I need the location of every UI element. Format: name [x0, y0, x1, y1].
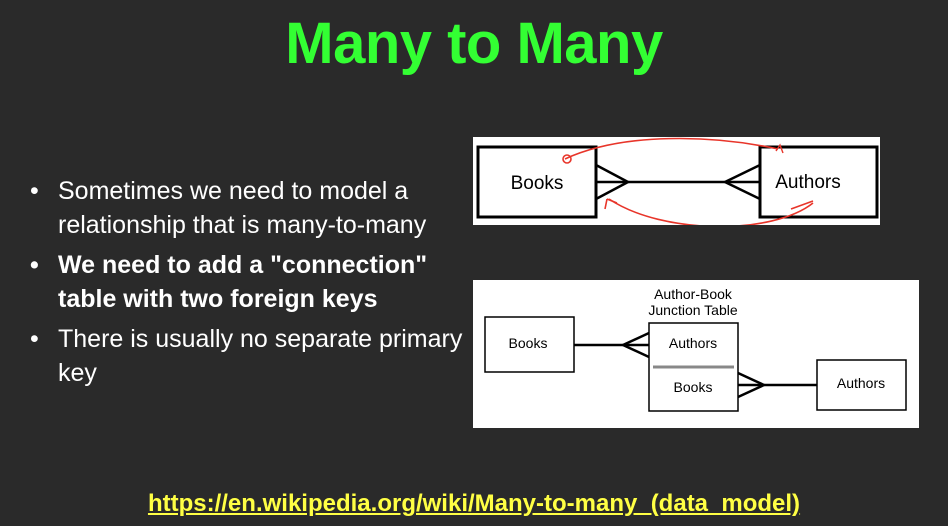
crows-foot-right-bottom [724, 180, 761, 201]
authors-entity-label: Authors [837, 375, 885, 391]
wikipedia-link[interactable]: https://en.wikipedia.org/wiki/Many-to-ma… [0, 490, 948, 518]
authors-entity-label: Authors [775, 172, 840, 193]
books-entity-label: Books [509, 335, 548, 351]
presentation-slide: Many to Many • Sometimes we need to mode… [0, 0, 948, 526]
junction-caption-line1: Author-Book [654, 286, 733, 302]
books-entity-label: Books [511, 173, 564, 194]
bullet-item: • There is usually no separate primary k… [30, 322, 470, 390]
junction-diagram-svg: Author-Book Junction Table Books Authors… [484, 286, 907, 412]
bullet-list: • Sometimes we need to model a relations… [30, 174, 470, 396]
er-diagram-svg: Books Authors [476, 137, 879, 225]
slide-title: Many to Many [285, 11, 663, 76]
crows-foot-right-top [724, 163, 761, 184]
bullet-dot: • [30, 177, 39, 205]
junction-table-diagram: Author-Book Junction Table Books Authors… [473, 280, 919, 428]
bullet-text: There is usually no separate primary key [58, 325, 463, 387]
bullet-text: We need to add a "connection" table with… [58, 251, 428, 313]
crows-foot-authors-top [737, 371, 765, 387]
bullet-item: • We need to add a "connection" table wi… [30, 248, 470, 316]
crows-foot-authors-bottom [737, 383, 765, 399]
crows-foot-junction-bottom [622, 343, 650, 359]
annotation-arrow-bottom [604, 198, 618, 210]
junction-books-label: Books [674, 379, 713, 395]
junction-authors-label: Authors [669, 335, 717, 351]
bullet-text: Sometimes we need to model a relationshi… [58, 177, 427, 239]
crows-foot-left-top [595, 163, 629, 184]
crows-foot-junction-top [622, 331, 650, 347]
bullet-dot: • [30, 251, 39, 279]
junction-caption-line2: Junction Table [648, 302, 737, 318]
crows-foot-left-bottom [595, 180, 629, 201]
many-to-many-diagram: Books Authors [473, 137, 880, 225]
bullet-dot: • [30, 325, 39, 353]
bullet-item: • Sometimes we need to model a relations… [30, 174, 470, 242]
